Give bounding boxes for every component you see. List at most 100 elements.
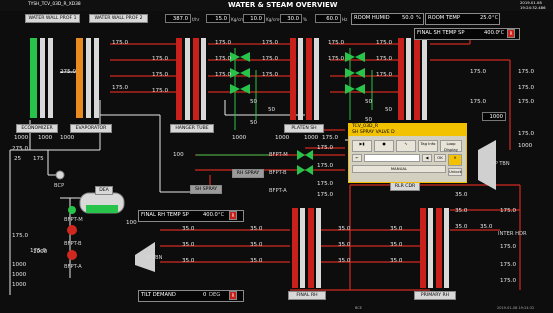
faceplate-entry-field[interactable] — [364, 154, 420, 162]
faceplate-face-button[interactable]: ● — [374, 140, 394, 152]
faceplate-ok-button[interactable]: OK — [434, 154, 446, 162]
faceplate-back-button[interactable]: ← — [352, 154, 362, 162]
room-temp-unit: °C — [492, 15, 499, 21]
value: 35.0 — [480, 224, 493, 230]
bfp-a-label: BFPT-A — [64, 264, 82, 270]
faceplate-tag-info-button[interactable]: Tag Info — [418, 140, 438, 152]
value: 175.0 — [262, 72, 279, 78]
value: 175.0 — [215, 40, 232, 46]
final-sh-temp-sp-value: 400.0 — [484, 30, 499, 36]
value: 35.0 — [338, 242, 351, 248]
valve-faceplate-popup[interactable]: TCV_03D_R SH SPRAY VALVE D ▶▮ ● ∿ Tag In… — [348, 123, 467, 183]
value: 175.0 — [262, 40, 279, 46]
value: 175.0 — [376, 56, 393, 62]
tilt-demand-unit: DEG — [209, 292, 221, 298]
room-temp-label: ROOM TEMP — [428, 15, 460, 21]
value: 1000 — [518, 143, 533, 149]
bfp-m-pump — [68, 206, 76, 214]
value: 1000 — [12, 282, 27, 288]
value: 50 — [250, 120, 258, 126]
value: 175.0 — [376, 72, 393, 78]
final-rh-mode-button[interactable]: R — [229, 211, 237, 220]
hp-tbn-label: HP TBN — [491, 161, 510, 167]
water-wall-prof-1-button[interactable]: WATER WALL PROF 1 — [25, 14, 80, 23]
value: 175.0 — [500, 278, 517, 284]
value: 275.0 — [60, 69, 77, 75]
room-humid-label: ROOM HUMID — [354, 15, 390, 21]
value: 175.0 — [12, 233, 29, 239]
value: 1000 — [232, 135, 247, 141]
value: 35.0 — [338, 258, 351, 264]
faceplate-trend-button[interactable]: ∿ — [396, 140, 416, 152]
room-humid-value: 50.0 — [402, 15, 414, 21]
value: 175.0 — [317, 145, 334, 151]
bfpt-b-label: BFPT-B — [269, 170, 287, 176]
footer-datetime: 2019-01-08 19:24:32 — [497, 306, 535, 310]
value: 35.0 — [455, 192, 468, 198]
faceplate-decrement-button[interactable]: ◀ — [422, 154, 432, 162]
value: 1000 — [12, 262, 27, 268]
value: 175.0 — [215, 56, 232, 62]
readout-frequency-unit: Hz — [342, 17, 348, 22]
final-rh-temp-sp-unit: °C — [218, 212, 225, 218]
value: 100 — [126, 220, 137, 226]
faceplate-manual-mode[interactable]: MANUAL — [352, 165, 446, 173]
tilt-mode-button[interactable]: R — [229, 291, 237, 300]
final-rh-temp-sp-label: FINAL RH TEMP SP — [141, 212, 189, 218]
primary-rh-label: PRIMARY RH — [414, 291, 456, 300]
bcp-pump — [55, 170, 65, 180]
faceplate-close-button[interactable]: ✕ — [448, 154, 462, 166]
tilt-demand-label: TILT DEMAND — [141, 292, 176, 298]
value: 175.0 — [112, 85, 129, 91]
readout-pressure-2: 10.0 — [243, 14, 265, 23]
bfp-a-pump — [67, 250, 77, 260]
value: 35.0 — [390, 226, 403, 232]
value: 50 — [365, 99, 373, 105]
dea-label: DEA — [95, 186, 113, 195]
ip-tbn-label: IP TBN — [146, 255, 163, 261]
value: 175.0 — [328, 56, 345, 62]
value: 50 — [385, 107, 393, 113]
value: 1000 — [38, 135, 53, 141]
tilt-demand-value: 0 — [203, 292, 207, 298]
faceplate-loop-display-button[interactable]: Loop Display — [440, 140, 462, 152]
economizer-label: ECONOMIZER — [16, 124, 58, 133]
value: 175.0 — [518, 131, 535, 137]
value: 175.0 — [30, 248, 47, 254]
water-steam-overview-screen: { "header": { "tag": "TYSH_TCV_03D_R_XD3… — [0, 0, 553, 313]
bfp-b-label: BFPT-B — [64, 241, 82, 247]
water-wall-prof-2-button[interactable]: WATER WALL PROF 2 — [89, 14, 148, 23]
value: 175.0 — [470, 69, 487, 75]
readout-flow-unit: t/hr — [192, 17, 200, 22]
value: 35.0 — [390, 242, 403, 248]
value: 1000 — [12, 272, 27, 278]
value: 175.0 — [317, 163, 334, 169]
value: 175.0 — [518, 99, 535, 105]
bcp-label: BCP — [54, 183, 65, 189]
value: 175.0 — [152, 88, 169, 94]
value: 1000 — [60, 135, 75, 141]
final-sh-mode-button[interactable]: R — [507, 29, 515, 38]
dea-tank — [79, 192, 125, 214]
value: 35.0 — [455, 208, 468, 214]
header-time: 19:24:32.486 — [520, 5, 546, 10]
faceplate-title[interactable]: TCV_03D_R SH SPRAY VALVE D — [349, 124, 466, 136]
value: 50 — [268, 107, 276, 113]
value: 175.0 — [152, 56, 169, 62]
value: 35.0 — [182, 226, 195, 232]
value: 175.0 — [500, 262, 517, 268]
faceplate-unlock-button[interactable]: Unlock — [448, 168, 462, 176]
readout-frequency: 60.0 — [315, 14, 341, 23]
final-rh-label: FINAL RH — [288, 291, 326, 300]
value: 35.0 — [250, 242, 263, 248]
rh-spray-label: RH SPRAY — [232, 169, 264, 178]
value: 175.0 — [262, 56, 279, 62]
inter-hdr-label: INTER HDR — [498, 231, 527, 237]
readout-pressure-1: 15.0 — [206, 14, 230, 23]
final-sh-temp-sp-unit: °C — [498, 30, 505, 36]
faceplate-enter-button[interactable]: ▶▮ — [352, 140, 372, 152]
value: 175 — [33, 156, 44, 162]
value: 175.0 — [518, 69, 535, 75]
final-rh-temp-sp-value: 400.0 — [203, 212, 218, 218]
value: 175.0 — [322, 135, 339, 141]
